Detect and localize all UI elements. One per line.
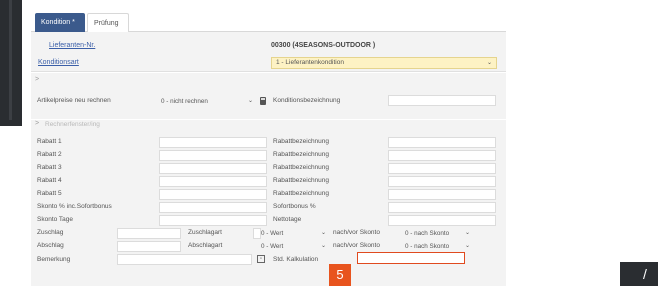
pricing-section: > Artikelpreise neu rechnen 0 - nicht re… (31, 73, 506, 119)
chevron-down-icon: ⌄ (320, 243, 326, 249)
rabatt-1-input[interactable] (159, 137, 267, 148)
surcharge-input[interactable] (117, 228, 181, 239)
step-badge: 5 (329, 264, 351, 286)
rabatt-1-desc-label: Rabattbezeichnung (273, 138, 330, 145)
surcharge-skonto-select[interactable]: 0 - nach Skonto ⌄ (403, 228, 471, 239)
surcharge-type-label: Zuschlagart (188, 229, 222, 236)
section-title: Rechnerfenster/ing (45, 121, 100, 128)
corner-dark-panel: / (620, 262, 658, 286)
tab-kondition[interactable]: Kondition * (35, 13, 85, 32)
rabatt-5-desc-input[interactable] (388, 189, 496, 200)
deduction-skonto-select[interactable]: 0 - nach Skonto ⌄ (403, 241, 471, 252)
net-days-input[interactable] (388, 215, 496, 226)
condition-name-label: Konditionsbezeichnung (273, 97, 341, 104)
rabatt-3-desc-input[interactable] (388, 163, 496, 174)
chevron-down-icon: ⌄ (464, 243, 470, 249)
condition-type-select[interactable]: 1 - Lieferantenkondition ⌄ (271, 57, 497, 69)
rabatt-2-input[interactable] (159, 150, 267, 161)
chevron-down-icon: ⌄ (320, 230, 326, 236)
chevron-down-icon: ⌄ (247, 98, 253, 104)
condition-form: Kondition * Prüfung Lieferanten-Nr. 0030… (31, 10, 506, 286)
std-calculation-input-highlight[interactable] (357, 252, 465, 264)
condition-type-value: 1 - Lieferantenkondition (276, 59, 344, 66)
recalc-prices-select[interactable]: 0 - nicht rechnen ⌄ (159, 96, 254, 107)
surcharge-skonto-value: 0 - nach Skonto (405, 230, 450, 237)
tab-pruefung[interactable]: Prüfung (87, 13, 129, 32)
header-panel: Lieferanten-Nr. 00300 (4SEASONS-OUTDOOR … (31, 32, 506, 72)
deduction-skonto-label: nach/vor Skonto (333, 242, 380, 249)
recalc-prices-value: 0 - nicht rechnen (161, 98, 208, 105)
skonto-percent-label: Skonto % inc.Sofortbonus (37, 203, 112, 210)
skonto-percent-input[interactable] (159, 202, 267, 213)
left-dark-bar (0, 0, 22, 126)
rabatt-5-label: Rabatt 5 (37, 190, 62, 197)
rabatt-2-desc-label: Rabattbezeichnung (273, 151, 330, 158)
std-calculation-label: Std. Kalkulation (273, 256, 319, 263)
supplier-value: 00300 (4SEASONS-OUTDOOR ) (271, 42, 376, 49)
section-toggle-icon[interactable]: > (35, 120, 39, 127)
expand-note-icon[interactable]: ▫ (257, 255, 265, 263)
section-toggle-icon[interactable]: > (35, 76, 39, 83)
deduction-type-value: 0 - Wert (261, 243, 284, 250)
rabatt-4-desc-label: Rabattbezeichnung (273, 177, 330, 184)
supplier-number-link[interactable]: Lieferanten-Nr. (49, 42, 95, 49)
instant-bonus-input[interactable] (388, 202, 496, 213)
skonto-days-label: Skonto Tage (37, 216, 74, 223)
deduction-skonto-value: 0 - nach Skonto (405, 243, 450, 250)
deduction-input[interactable] (117, 241, 181, 252)
rabatt-4-label: Rabatt 4 (37, 177, 62, 184)
rabatt-5-input[interactable] (159, 189, 267, 200)
left-bar-accent (9, 0, 12, 120)
tab-bar: Kondition * Prüfung (31, 10, 506, 32)
net-days-label: Nettotage (273, 216, 302, 223)
recalc-prices-label: Artikelpreise neu rechnen (37, 97, 111, 104)
instant-bonus-label: Sofortbonus % (273, 203, 316, 210)
remark-input[interactable] (117, 254, 252, 265)
rabatt-3-label: Rabatt 3 (37, 164, 62, 171)
rabatt-4-input[interactable] (159, 176, 267, 187)
condition-type-link[interactable]: Konditionsart (38, 59, 79, 66)
skonto-days-input[interactable] (159, 215, 267, 226)
rabatt-4-desc-input[interactable] (388, 176, 496, 187)
calculator-icon[interactable] (260, 97, 266, 105)
chevron-down-icon: ⌄ (464, 230, 470, 236)
surcharge-type-value: 0 - Wert (261, 230, 284, 237)
rabatt-2-label: Rabatt 2 (37, 151, 62, 158)
condition-name-input[interactable] (388, 95, 496, 106)
rabatt-1-label: Rabatt 1 (37, 138, 62, 145)
edit-icon: / (643, 266, 647, 282)
deduction-label: Abschlag (37, 242, 64, 249)
surcharge-label: Zuschlag (37, 229, 64, 236)
deduction-type-select[interactable]: 0 - Wert ⌄ (259, 241, 327, 252)
surcharge-skonto-label: nach/vor Skonto (333, 229, 380, 236)
deduction-type-label: Abschlagart (188, 242, 223, 249)
rabatt-3-input[interactable] (159, 163, 267, 174)
rabatt-2-desc-input[interactable] (388, 150, 496, 161)
rabatt-3-desc-label: Rabattbezeichnung (273, 164, 330, 171)
remark-label: Bemerkung (37, 256, 71, 263)
rabatt-1-desc-input[interactable] (388, 137, 496, 148)
chevron-down-icon: ⌄ (486, 60, 492, 66)
rabatt-5-desc-label: Rabattbezeichnung (273, 190, 330, 197)
surcharge-type-select[interactable]: 0 - Wert ⌄ (259, 228, 327, 239)
